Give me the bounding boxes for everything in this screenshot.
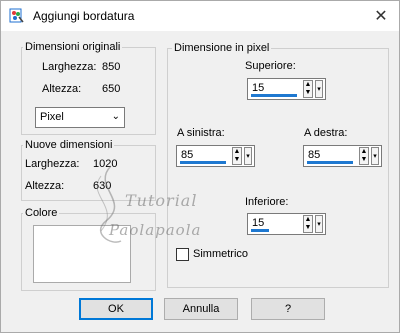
arrow-up-icon[interactable]: ▲ bbox=[360, 148, 368, 156]
cancel-button[interactable]: Annulla bbox=[164, 298, 238, 320]
right-value: 85 bbox=[308, 149, 321, 161]
right-label: A destra: bbox=[304, 127, 348, 139]
bottom-spinbox[interactable]: 15 ▲ ▼ ▾ bbox=[247, 213, 326, 235]
color-group-label: Colore bbox=[23, 207, 60, 219]
new-dimensions-label: Nuove dimensioni bbox=[23, 139, 115, 151]
right-stepper[interactable]: ▲ ▼ bbox=[359, 147, 369, 165]
original-width-value: 850 bbox=[102, 61, 121, 73]
right-dropdown-icon[interactable]: ▾ bbox=[371, 147, 379, 165]
watermark: Tutorial Paolapaola bbox=[81, 161, 241, 251]
close-icon: ✕ bbox=[374, 8, 388, 25]
right-spinbox[interactable]: 85 ▲ ▼ ▾ bbox=[303, 145, 382, 167]
arrow-up-icon[interactable]: ▲ bbox=[304, 81, 312, 89]
help-button[interactable]: ? bbox=[251, 298, 325, 320]
bottom-stepper[interactable]: ▲ ▼ bbox=[303, 215, 313, 233]
original-height-value: 650 bbox=[102, 83, 121, 95]
arrow-down-icon[interactable]: ▼ bbox=[304, 224, 312, 232]
arrow-up-icon[interactable]: ▲ bbox=[304, 216, 312, 224]
dialog-window: Aggiungi bordatura ✕ Dimensioni original… bbox=[0, 0, 400, 333]
original-dimensions-label: Dimensioni originali bbox=[23, 41, 123, 53]
arrow-up-icon[interactable]: ▲ bbox=[233, 148, 241, 156]
top-dropdown-icon[interactable]: ▾ bbox=[315, 80, 323, 98]
new-height-label: Altezza: bbox=[25, 180, 65, 192]
window-title: Aggiungi bordatura bbox=[33, 9, 135, 23]
unit-select-value: Pixel bbox=[40, 111, 64, 123]
pixel-size-label: Dimensione in pixel bbox=[172, 42, 272, 54]
close-button[interactable]: ✕ bbox=[363, 1, 399, 31]
bottom-value: 15 bbox=[252, 217, 265, 229]
title-bar[interactable]: Aggiungi bordatura ✕ bbox=[1, 1, 399, 31]
arrow-down-icon[interactable]: ▼ bbox=[304, 89, 312, 97]
original-height-label: Altezza: bbox=[42, 83, 82, 95]
original-width-label: Larghezza: bbox=[42, 61, 97, 73]
ok-button[interactable]: OK bbox=[79, 298, 153, 320]
paint-program-icon bbox=[9, 8, 24, 23]
left-label: A sinistra: bbox=[177, 127, 225, 139]
bottom-focus-bar bbox=[251, 229, 269, 232]
new-width-label: Larghezza: bbox=[25, 158, 80, 170]
left-dropdown-icon[interactable]: ▾ bbox=[244, 147, 252, 165]
top-label: Superiore: bbox=[245, 60, 296, 72]
watermark-line-1: Tutorial bbox=[125, 191, 198, 210]
top-spinbox[interactable]: 15 ▲ ▼ ▾ bbox=[247, 78, 326, 100]
unit-select[interactable]: Pixel ⌄ bbox=[35, 107, 125, 128]
top-focus-bar bbox=[251, 94, 297, 97]
left-value: 85 bbox=[181, 149, 194, 161]
bottom-dropdown-icon[interactable]: ▾ bbox=[315, 215, 323, 233]
top-value: 15 bbox=[252, 82, 265, 94]
arrow-down-icon[interactable]: ▼ bbox=[360, 156, 368, 164]
top-stepper[interactable]: ▲ ▼ bbox=[303, 80, 313, 98]
right-focus-bar bbox=[307, 161, 353, 164]
chevron-down-icon: ⌄ bbox=[111, 111, 120, 122]
watermark-line-2: Paolapaola bbox=[109, 221, 202, 239]
bottom-label: Inferiore: bbox=[245, 196, 289, 208]
